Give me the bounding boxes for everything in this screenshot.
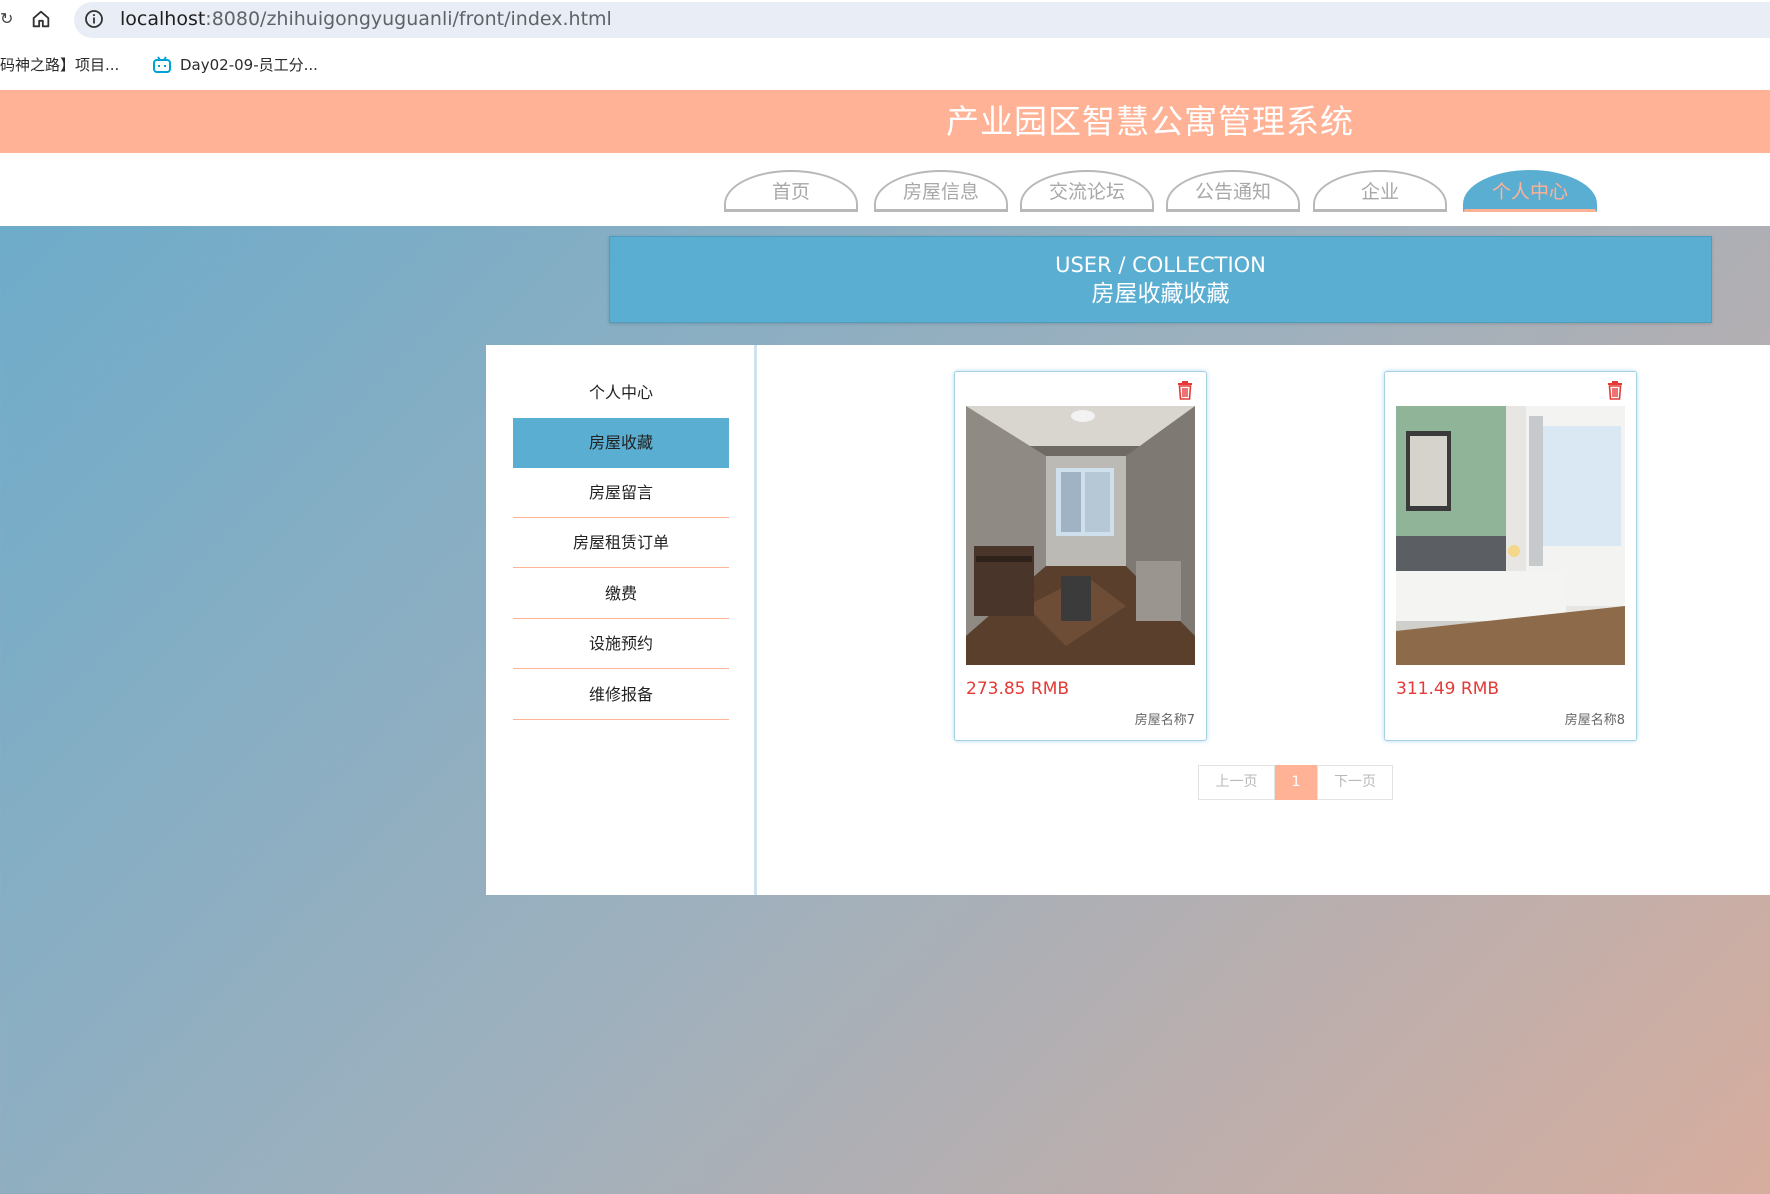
sidebar-item-rental-orders[interactable]: 房屋租赁订单 (513, 518, 729, 568)
next-page-button[interactable]: 下一页 (1317, 765, 1393, 800)
nav-tab-home[interactable]: 首页 (724, 170, 858, 212)
bilibili-icon (153, 56, 171, 73)
browser-toolbar: ↻ localhost:8080/zhihuigongyuguanli/fron… (0, 0, 1770, 40)
home-icon[interactable] (30, 8, 52, 30)
nav-tab-user-center[interactable]: 个人中心 (1463, 170, 1597, 212)
house-photo[interactable] (1396, 406, 1625, 665)
house-name: 房屋名称7 (1134, 713, 1195, 728)
main-nav: 首页 房屋信息 交流论坛 公告通知 企业 个人中心 (0, 153, 1770, 226)
banner-english-title: USER / COLLECTION (1055, 253, 1266, 277)
site-title: 产业园区智慧公寓管理系统 (946, 102, 1354, 141)
prev-page-button[interactable]: 上一页 (1198, 765, 1275, 800)
page-title-banner: USER / COLLECTION 房屋收藏收藏 (609, 236, 1712, 323)
sidebar-item-repair-report[interactable]: 维修报备 (513, 670, 729, 720)
nav-tab-house-info[interactable]: 房屋信息 (874, 170, 1008, 212)
trash-icon[interactable] (1176, 380, 1194, 400)
house-name: 房屋名称8 (1564, 713, 1625, 728)
sidebar-item-house-collection[interactable]: 房屋收藏 (513, 418, 729, 468)
site-info-icon[interactable] (84, 9, 104, 29)
url-text[interactable]: localhost:8080/zhihuigongyuguanli/front/… (120, 8, 612, 30)
sidebar-item-user-center[interactable]: 个人中心 (513, 368, 729, 418)
sidebar-item-facility-booking[interactable]: 设施预约 (513, 619, 729, 669)
collection-card[interactable]: 311.49 RMB 房屋名称8 (1384, 371, 1637, 741)
site-header: 产业园区智慧公寓管理系统 (0, 90, 1770, 153)
nav-tab-enterprise[interactable]: 企业 (1313, 170, 1447, 212)
current-page-button[interactable]: 1 (1275, 765, 1317, 800)
house-price: 311.49 RMB (1396, 679, 1500, 699)
reload-icon[interactable]: ↻ (0, 8, 13, 30)
url-path: :8080/zhihuigongyuguanli/front/index.htm… (205, 8, 612, 30)
nav-tab-notices[interactable]: 公告通知 (1166, 170, 1300, 212)
house-photo[interactable] (966, 406, 1195, 665)
user-sidebar: 个人中心 房屋收藏 房屋留言 房屋租赁订单 缴费 设施预约 维修报备 (486, 345, 754, 895)
pagination: 上一页 1 下一页 (1198, 765, 1393, 800)
bookmark-day02[interactable]: Day02-09-员工分... (152, 54, 318, 76)
sidebar-item-payment[interactable]: 缴费 (513, 569, 729, 619)
banner-chinese-title: 房屋收藏收藏 (1091, 281, 1230, 307)
bookmarks-bar: 码神之路】项目... Day02-09-员工分... (0, 40, 1770, 90)
bookmark-day02-label: Day02-09-员工分... (180, 56, 318, 74)
bookmark-mashen[interactable]: 码神之路】项目... (0, 54, 119, 76)
collection-card[interactable]: 273.85 RMB 房屋名称7 (954, 371, 1207, 741)
nav-tab-forum[interactable]: 交流论坛 (1020, 170, 1154, 212)
sidebar-item-house-messages[interactable]: 房屋留言 (513, 468, 729, 518)
url-host: localhost (120, 8, 206, 30)
house-price: 273.85 RMB (966, 679, 1070, 699)
trash-icon[interactable] (1606, 380, 1624, 400)
